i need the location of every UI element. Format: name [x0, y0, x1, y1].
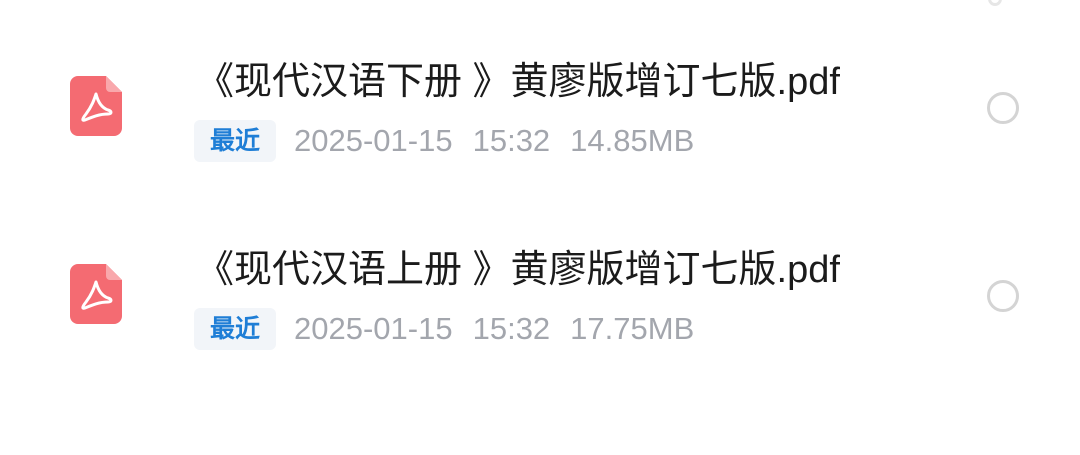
file-size: 17.75MB	[570, 311, 695, 346]
previous-select-circle[interactable]	[988, 0, 1002, 6]
file-list-item[interactable]: 《现代汉语下册 》黄廖版增订七版.pdf 最近 2025-01-15 15:32 1…	[0, 48, 1080, 198]
file-time: 15:32	[472, 123, 551, 158]
file-time: 15:32	[472, 311, 551, 346]
recent-badge: 最近	[194, 120, 277, 162]
select-circle-icon[interactable]	[987, 92, 1019, 124]
previous-row-edge	[0, 0, 1080, 8]
file-size: 14.85MB	[570, 123, 695, 158]
file-date: 2025-01-15	[294, 311, 453, 346]
file-name: 《现代汉语下册 》黄廖版增订七版.pdf	[196, 61, 840, 103]
file-name: 《现代汉语上册 》黄廖版增订七版.pdf	[196, 249, 840, 291]
file-meta-text: 2025-01-15 15:32 17.75MB	[294, 308, 694, 350]
pdf-file-icon	[70, 76, 122, 136]
file-date: 2025-01-15	[294, 123, 453, 158]
file-meta: 最近 2025-01-15 15:32 14.85MB	[194, 120, 694, 162]
pdf-file-icon	[70, 264, 122, 324]
file-list-item[interactable]: 《现代汉语上册 》黄廖版增订七版.pdf 最近 2025-01-15 15:32 1…	[0, 236, 1080, 386]
recent-badge: 最近	[194, 308, 277, 350]
file-meta: 最近 2025-01-15 15:32 17.75MB	[194, 308, 694, 350]
select-circle-icon[interactable]	[987, 280, 1019, 312]
file-meta-text: 2025-01-15 15:32 14.85MB	[294, 120, 694, 162]
